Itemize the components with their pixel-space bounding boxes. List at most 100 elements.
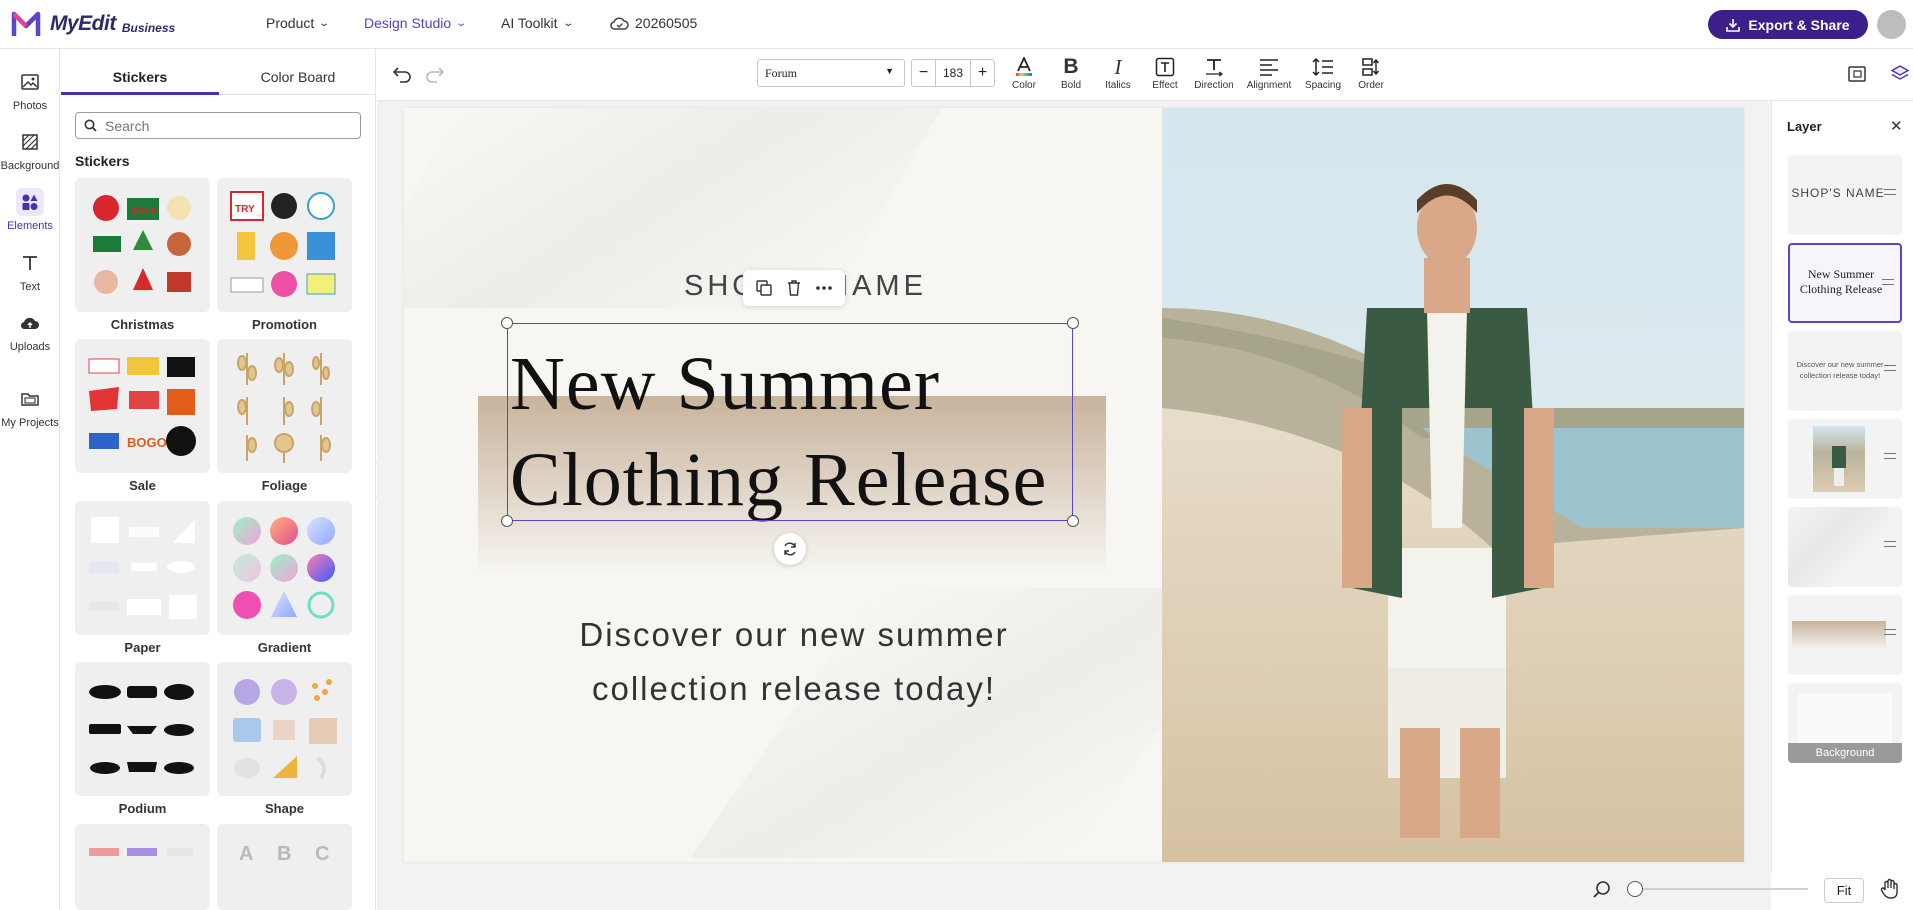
search-input[interactable] — [105, 117, 345, 134]
rail-my-projects[interactable]: My Projects — [0, 385, 60, 429]
increase-size-button[interactable]: + — [970, 60, 994, 86]
sticker-card-shape[interactable] — [217, 662, 352, 796]
zoom-search-icon[interactable] — [1593, 880, 1611, 898]
nav-product-label: Product — [266, 15, 315, 31]
zoom-slider-thumb[interactable] — [1627, 881, 1643, 897]
layer-item-shop-name[interactable]: SHOP'S NAME — [1788, 155, 1902, 235]
paper-preview — [89, 517, 197, 619]
tool-spacing-label: Spacing — [1304, 80, 1342, 91]
line-spacing-icon — [1312, 57, 1333, 77]
sticker-card-christmas[interactable]: SALE — [75, 178, 210, 312]
sale-preview: BOGO — [88, 357, 196, 456]
font-size-stepper[interactable]: − 183 + — [911, 59, 995, 87]
svg-text:C: C — [315, 843, 329, 865]
tool-spacing[interactable]: Spacing — [1298, 56, 1348, 91]
nav-design-studio[interactable]: Design Studio ⌄ — [364, 15, 468, 31]
tool-italics[interactable]: I Italics — [1093, 55, 1143, 92]
photo-icon — [21, 74, 39, 90]
layer-item-band[interactable] — [1788, 595, 1902, 675]
nav-design-studio-label: Design Studio — [364, 15, 452, 31]
resize-handle-bottom-right[interactable] — [1067, 515, 1079, 527]
tab-stickers[interactable]: Stickers — [61, 69, 219, 85]
tab-color-board[interactable]: Color Board — [219, 69, 377, 85]
layers-icon[interactable] — [1891, 65, 1909, 83]
rotate-handle[interactable] — [774, 533, 806, 565]
font-family-select[interactable]: Forum ▼ — [757, 59, 905, 87]
layer-item-photo[interactable] — [1788, 419, 1902, 499]
nav-ai-toolkit[interactable]: AI Toolkit ⌄ — [501, 15, 574, 31]
more-icon[interactable] — [815, 286, 832, 290]
export-share-button[interactable]: Export & Share — [1708, 10, 1868, 39]
font-size-value[interactable]: 183 — [936, 66, 970, 80]
design-artboard[interactable]: SHOP'S NAME New Summer Clothing Release … — [404, 108, 1744, 862]
rail-elements[interactable]: Elements — [0, 188, 60, 232]
cloud-sync-icon — [610, 16, 629, 30]
selection-box — [507, 323, 1073, 521]
rail-background[interactable]: Background — [0, 128, 60, 172]
subtitle-line-1: Discover our new summer — [579, 616, 1009, 653]
rail-photos[interactable]: Photos — [0, 68, 60, 112]
zoom-slider-track[interactable] — [1640, 888, 1808, 890]
drag-handle-icon[interactable] — [1884, 629, 1896, 635]
text-color-icon — [1016, 57, 1032, 76]
nav-product[interactable]: Product ⌄ — [266, 15, 331, 31]
sticker-card-promotion[interactable]: TRY — [217, 178, 352, 312]
sticker-card-sale[interactable]: BOGO — [75, 339, 210, 473]
sticker-label-christmas: Christmas — [110, 317, 175, 332]
sticker-card-paper[interactable] — [75, 501, 210, 635]
rail-elements-label: Elements — [7, 220, 53, 232]
tool-order[interactable]: Order — [1346, 56, 1396, 91]
rail-text[interactable]: Text — [0, 249, 60, 293]
drag-handle-icon[interactable] — [1884, 189, 1896, 195]
drag-handle-icon[interactable] — [1882, 279, 1894, 285]
delete-icon[interactable] — [787, 280, 801, 296]
duplicate-icon[interactable] — [756, 280, 773, 296]
close-icon[interactable]: ✕ — [1890, 117, 1903, 135]
decrease-size-button[interactable]: − — [912, 60, 936, 86]
tool-direction[interactable]: Direction — [1189, 56, 1239, 91]
chevron-down-icon: ⌄ — [318, 17, 331, 29]
sticker-card-gradient[interactable] — [217, 501, 352, 635]
redo-icon[interactable] — [425, 65, 445, 83]
tool-color[interactable]: Color — [999, 56, 1049, 91]
model-photo[interactable] — [1162, 108, 1744, 862]
resize-handle-top-right[interactable] — [1067, 317, 1079, 329]
chevron-down-icon: ⌄ — [455, 17, 468, 29]
tool-effect[interactable]: Effect — [1140, 56, 1190, 91]
drag-handle-icon[interactable] — [1884, 365, 1896, 371]
rail-background-label: Background — [0, 160, 60, 172]
subtitle-text[interactable]: Discover our new summer collection relea… — [494, 608, 1094, 716]
drag-handle-icon[interactable] — [1884, 453, 1896, 459]
sticker-card-more[interactable] — [75, 824, 210, 910]
tool-direction-label: Direction — [1194, 80, 1234, 91]
tool-alignment[interactable]: Alignment — [1244, 56, 1294, 91]
brand-logo[interactable]: MyEdit Business — [8, 6, 175, 42]
layer-item-subtitle[interactable]: Discover our new summer collection relea… — [1788, 331, 1902, 411]
resize-icon[interactable] — [1848, 66, 1866, 82]
layer-item-background[interactable]: Background — [1788, 683, 1902, 763]
layer-item-label: New Summer Clothing Release — [1799, 267, 1883, 296]
fit-button[interactable]: Fit — [1824, 878, 1864, 903]
project-name-label: 20260505 — [635, 15, 698, 31]
drag-handle-icon[interactable] — [1884, 541, 1896, 547]
sticker-search[interactable] — [75, 112, 361, 139]
layer-panel-title: Layer — [1787, 119, 1822, 134]
sticker-card-foliage[interactable] — [217, 339, 352, 473]
user-avatar[interactable] — [1877, 10, 1906, 39]
tool-effect-label: Effect — [1152, 80, 1178, 91]
layer-item-shadow[interactable] — [1788, 507, 1902, 587]
sticker-card-podium[interactable] — [75, 662, 210, 796]
layer-item-headline[interactable]: New Summer Clothing Release — [1788, 243, 1902, 323]
tool-bold[interactable]: B Bold — [1046, 55, 1096, 91]
resize-handle-bottom-left[interactable] — [501, 515, 513, 527]
sticker-label-foliage: Foliage — [261, 478, 308, 493]
undo-icon[interactable] — [392, 65, 412, 83]
rail-uploads[interactable]: Uploads — [0, 309, 60, 353]
hand-pan-icon[interactable] — [1880, 878, 1900, 900]
resize-handle-top-left[interactable] — [501, 317, 513, 329]
sticker-card-letters[interactable]: A B C — [217, 824, 352, 910]
panel-tabs: Stickers Color Board — [61, 63, 376, 95]
search-icon — [84, 119, 97, 132]
section-title: Stickers — [75, 153, 130, 169]
project-name[interactable]: 20260505 — [610, 15, 697, 31]
